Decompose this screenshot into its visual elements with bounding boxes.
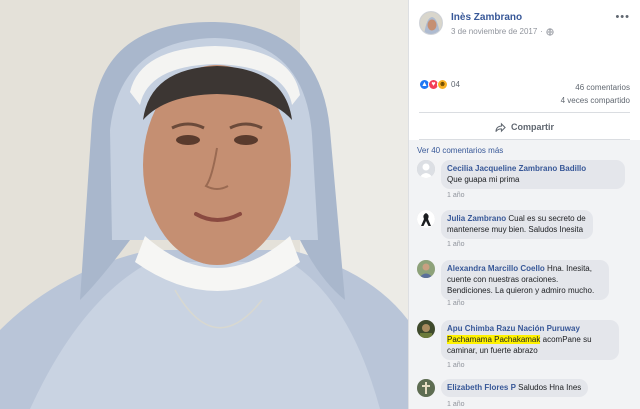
- user-photo-avatar: [417, 379, 435, 397]
- reactions-summary[interactable]: ▲ ♥ ☻ 04: [419, 79, 460, 90]
- shares-count[interactable]: 4 veces compartido: [561, 94, 630, 107]
- comments-count[interactable]: 46 comentarios: [561, 81, 630, 94]
- globe-icon: [546, 27, 554, 36]
- comment-text: Que guapa mi prima: [447, 175, 520, 184]
- meta-separator: ·: [540, 27, 543, 36]
- post-stats: 46 comentarios 4 veces compartido: [561, 81, 630, 107]
- comment-bubble: Cecilia Jacqueline Zambrano Badillo Que …: [441, 160, 625, 189]
- author-name[interactable]: Inès Zambrano: [451, 12, 522, 23]
- user-photo-avatar: [417, 320, 435, 338]
- user-photo-avatar: [417, 260, 435, 278]
- comment-time[interactable]: 1 año: [447, 401, 465, 408]
- comments-section: Ver 40 comentarios más Cecilia Jacquelin…: [409, 140, 640, 409]
- post-photo[interactable]: [0, 0, 408, 409]
- share-label: Compartir: [510, 122, 554, 132]
- comment-avatar[interactable]: [417, 320, 435, 338]
- comment-time[interactable]: 1 año: [447, 300, 465, 307]
- divider: [419, 112, 630, 113]
- post-date[interactable]: 3 de noviembre de 2017: [451, 27, 537, 36]
- share-icon: [495, 122, 506, 132]
- author-avatar-image: [420, 12, 442, 34]
- author-avatar[interactable]: [419, 11, 443, 35]
- comment-author[interactable]: Elizabeth Flores P: [447, 383, 516, 392]
- post-sidebar: Inès Zambrano 3 de noviembre de 2017 · •…: [408, 0, 640, 409]
- comment-author[interactable]: Julia Zambrano: [447, 214, 506, 223]
- comment-avatar[interactable]: [417, 210, 435, 228]
- comment-avatar[interactable]: [417, 160, 435, 178]
- reaction-count: 04: [451, 80, 460, 89]
- portrait-image: [0, 0, 408, 409]
- haha-reaction-icon: ☻: [437, 79, 448, 90]
- comment-avatar[interactable]: [417, 379, 435, 397]
- comment-avatar[interactable]: [417, 260, 435, 278]
- more-options-icon[interactable]: •••: [615, 11, 630, 23]
- post-meta: 3 de noviembre de 2017 ·: [451, 27, 554, 36]
- comment-bubble: Elizabeth Flores P Saludos Hna Ines: [441, 379, 589, 397]
- comment-bubble: Alexandra Marcillo Coello Hna. Inesita, …: [441, 260, 609, 300]
- view-more-comments-link[interactable]: Ver 40 comentarios más: [417, 146, 503, 155]
- comment-time[interactable]: 1 año: [447, 192, 465, 199]
- comment-highlighted-text: Pachamama Pachakamak: [447, 335, 541, 344]
- share-button[interactable]: Compartir: [409, 117, 640, 137]
- comment-text: Saludos Hna Ines: [518, 383, 582, 392]
- comment-bubble: Julia Zambrano Cual es su secreto de man…: [441, 210, 593, 239]
- comment-author[interactable]: Cecilia Jacqueline Zambrano Badillo: [447, 164, 586, 173]
- comment-author[interactable]: Apu Chimba Razu Nación Puruway: [447, 324, 580, 333]
- black-ribbon-icon: [417, 210, 435, 228]
- comment-time[interactable]: 1 año: [447, 241, 465, 248]
- comment-time[interactable]: 1 año: [447, 362, 465, 369]
- comment-author[interactable]: Alexandra Marcillo Coello: [447, 264, 545, 273]
- default-avatar-icon: [417, 160, 435, 178]
- post-header: Inès Zambrano 3 de noviembre de 2017 · •…: [409, 0, 640, 48]
- comment-bubble: Apu Chimba Razu Nación Puruway Pachamama…: [441, 320, 619, 360]
